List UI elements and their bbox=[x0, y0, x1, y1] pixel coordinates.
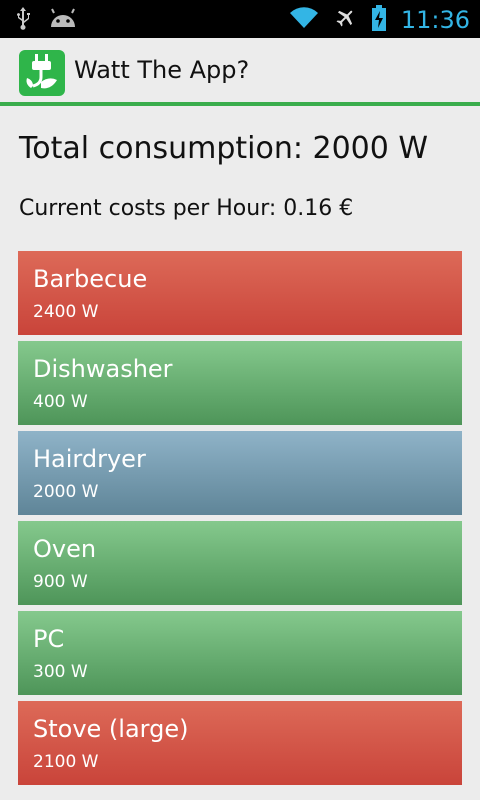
device-name: Barbecue bbox=[33, 265, 148, 293]
android-icon bbox=[48, 7, 78, 33]
plug-leaf-icon[interactable] bbox=[19, 50, 65, 96]
current-costs: Current costs per Hour: 0.16 € bbox=[19, 196, 354, 221]
device-power: 2000 W bbox=[33, 482, 99, 502]
action-bar: Watt The App? bbox=[0, 38, 480, 106]
device-power: 2100 W bbox=[33, 752, 99, 772]
device-name: Oven bbox=[33, 535, 97, 563]
device-name: Dishwasher bbox=[33, 355, 173, 383]
status-bar: 11:36 bbox=[0, 0, 480, 38]
battery-charging-icon bbox=[371, 4, 387, 36]
device-name: PC bbox=[33, 625, 65, 653]
device-power: 400 W bbox=[33, 392, 88, 412]
device-item-stove-large[interactable]: Stove (large) 2100 W bbox=[18, 701, 462, 785]
airplane-mode-icon bbox=[333, 6, 357, 34]
device-item-dishwasher[interactable]: Dishwasher 400 W bbox=[18, 341, 462, 425]
device-item-pc[interactable]: PC 300 W bbox=[18, 611, 462, 695]
device-item-oven[interactable]: Oven 900 W bbox=[18, 521, 462, 605]
status-time: 11:36 bbox=[400, 6, 470, 34]
device-name: Hairdryer bbox=[33, 445, 146, 473]
device-power: 300 W bbox=[33, 662, 88, 682]
device-name: Stove (large) bbox=[33, 715, 189, 743]
device-item-barbecue[interactable]: Barbecue 2400 W bbox=[18, 251, 462, 335]
device-item-hairdryer[interactable]: Hairdryer 2000 W bbox=[18, 431, 462, 515]
usb-icon bbox=[14, 6, 32, 34]
device-power: 2400 W bbox=[33, 302, 99, 322]
total-consumption: Total consumption: 2000 W bbox=[19, 131, 429, 166]
device-power: 900 W bbox=[33, 572, 88, 592]
app-title: Watt The App? bbox=[74, 56, 250, 84]
wifi-icon bbox=[289, 6, 319, 34]
